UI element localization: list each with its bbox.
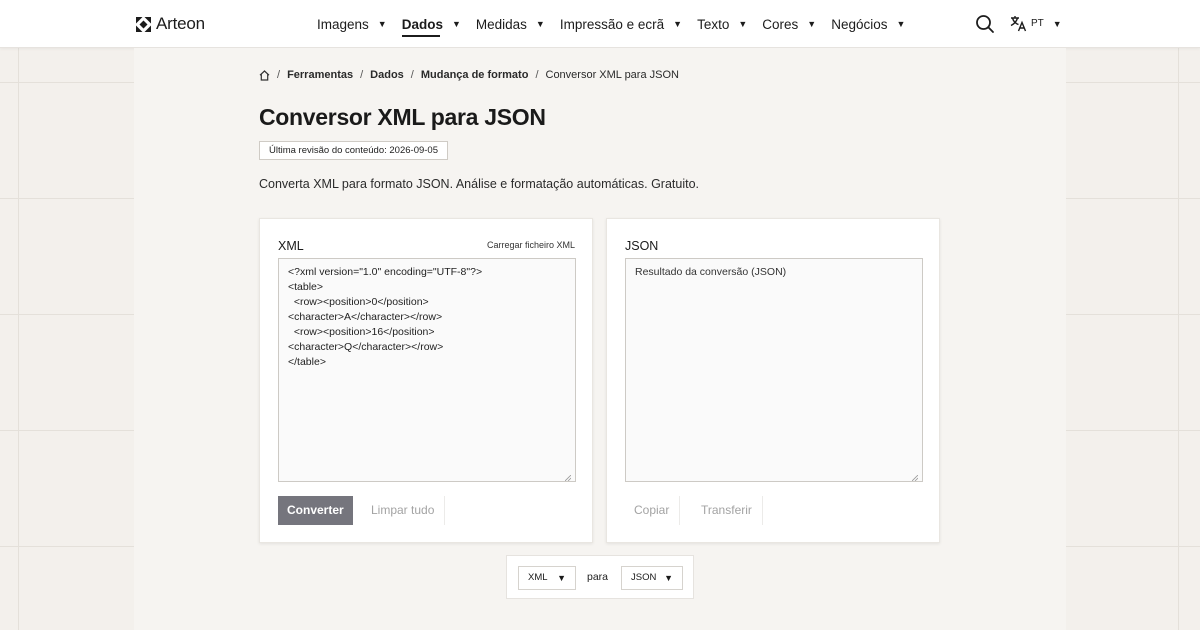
caret-down-icon: ▼	[738, 19, 748, 29]
home-icon[interactable]	[259, 69, 270, 81]
copy-button[interactable]: Copiar	[634, 496, 681, 525]
resize-grip-icon[interactable]	[565, 475, 571, 481]
nav-label: Impressão e ecrã	[559, 16, 665, 32]
caret-down-icon: ▼	[557, 573, 566, 583]
breadcrumb-separator: /	[277, 69, 281, 81]
search-button[interactable]	[975, 14, 995, 34]
nav-item-imagens[interactable]: Imagens ▼	[317, 17, 387, 32]
target-format-select[interactable]: JSON ▼	[621, 566, 683, 590]
logo[interactable]: Arteon	[136, 14, 205, 34]
language-code: PT	[1031, 18, 1044, 29]
nav-label: Texto	[697, 16, 730, 32]
clear-all-button[interactable]: Limpar tudo	[371, 496, 446, 525]
breadcrumb-separator: /	[410, 69, 414, 81]
nav-label: Medidas	[475, 16, 527, 32]
main-nav: Imagens ▼ Dados ▼ Medidas ▼ Impressão e …	[317, 0, 920, 48]
caret-down-icon: ▼	[1052, 18, 1062, 29]
nav-label: Dados	[401, 16, 443, 32]
nav-item-texto[interactable]: Texto ▼	[697, 17, 747, 32]
json-output-card: JSON Copiar Transferir	[606, 218, 940, 543]
format-selector-bar: XML ▼ para JSON ▼	[506, 555, 694, 599]
caret-down-icon: ▼	[535, 19, 545, 29]
nav-item-impressao-e-ecra[interactable]: Impressão e ecrã ▼	[560, 17, 682, 32]
json-output-textarea[interactable]	[625, 258, 923, 482]
xml-card-title: XML	[278, 239, 304, 253]
top-navigation-bar: Arteon Imagens ▼ Dados ▼ Medidas ▼ Impre…	[0, 0, 1200, 48]
page-title: Conversor XML para JSON	[259, 104, 546, 130]
format-connector-text: para	[587, 571, 609, 583]
breadcrumb-separator: /	[535, 69, 539, 81]
caret-down-icon: ▼	[807, 19, 817, 29]
search-icon	[976, 15, 994, 33]
breadcrumb-item-dados[interactable]: Dados	[370, 69, 404, 81]
upload-xml-file-link[interactable]: Carregar ficheiro XML	[487, 240, 575, 250]
convert-button[interactable]: Converter	[278, 496, 353, 525]
breadcrumb-current: Conversor XML para JSON	[545, 69, 679, 81]
language-selector[interactable]: PT ▼	[1010, 15, 1062, 32]
nav-label: Negócios	[831, 16, 888, 32]
caret-down-icon: ▼	[896, 19, 906, 29]
logo-text: Arteon	[156, 14, 205, 33]
revision-badge: Última revisão do conteúdo: 2026-09-05	[259, 141, 448, 160]
translate-icon	[1010, 16, 1027, 32]
breadcrumb-item-mudanca-de-formato[interactable]: Mudança de formato	[421, 69, 529, 81]
breadcrumb: / Ferramentas / Dados / Mudança de forma…	[259, 69, 679, 81]
nav-item-medidas[interactable]: Medidas ▼	[476, 17, 545, 32]
caret-down-icon: ▼	[664, 573, 673, 583]
nav-label: Cores	[762, 16, 799, 32]
xml-input-card: XML Carregar ficheiro XML <?xml version=…	[259, 218, 593, 543]
breadcrumb-separator: /	[360, 69, 364, 81]
download-button[interactable]: Transferir	[701, 496, 763, 525]
breadcrumb-item-ferramentas[interactable]: Ferramentas	[287, 69, 353, 81]
target-format-value: JSON	[631, 572, 657, 583]
main-content: / Ferramentas / Dados / Mudança de forma…	[134, 48, 1066, 630]
logo-icon	[136, 16, 151, 32]
source-format-select[interactable]: XML ▼	[518, 566, 576, 590]
json-card-title: JSON	[625, 239, 659, 253]
source-format-value: XML	[528, 572, 548, 583]
caret-down-icon: ▼	[377, 19, 387, 29]
xml-input-textarea[interactable]: <?xml version="1.0" encoding="UTF-8"?> <…	[278, 258, 576, 482]
nav-item-negocios[interactable]: Negócios ▼	[831, 17, 905, 32]
caret-down-icon: ▼	[451, 19, 461, 29]
nav-label: Imagens	[317, 16, 369, 32]
page-description: Converta XML para formato JSON. Análise …	[259, 177, 700, 191]
nav-item-dados[interactable]: Dados ▼	[401, 16, 461, 37]
caret-down-icon: ▼	[673, 19, 683, 29]
nav-item-cores[interactable]: Cores ▼	[762, 17, 816, 32]
resize-grip-icon[interactable]	[912, 475, 918, 481]
